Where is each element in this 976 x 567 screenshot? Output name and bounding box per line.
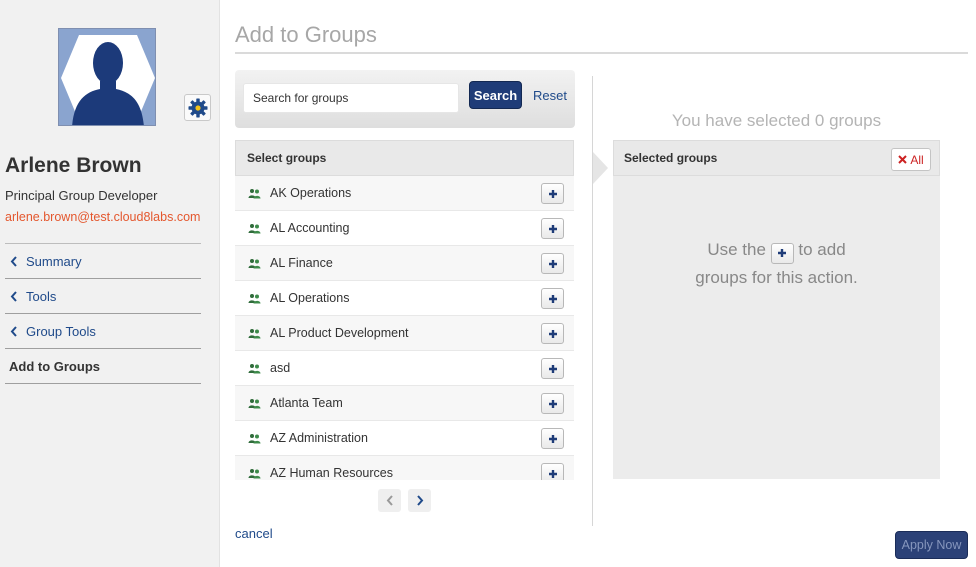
plus-icon — [770, 242, 794, 264]
avatar — [58, 28, 156, 126]
panel-divider — [592, 76, 593, 526]
search-panel: Search Reset — [235, 70, 575, 128]
profile-sidebar: Arlene Brown Principal Group Developer a… — [0, 0, 220, 567]
plus-icon — [548, 364, 557, 373]
nav-item-add-to-groups: Add to Groups — [5, 349, 201, 384]
group-row: AL Finance — [235, 246, 574, 281]
group-icon — [248, 293, 261, 304]
add-group-button[interactable] — [541, 218, 564, 239]
user-name: Arlene Brown — [5, 154, 142, 177]
group-icon — [248, 188, 261, 199]
group-name: asd — [270, 361, 291, 375]
cancel-link[interactable]: cancel — [235, 526, 273, 541]
plus-icon — [548, 399, 557, 408]
plus-icon — [548, 294, 557, 303]
person-silhouette-icon — [61, 35, 155, 125]
plus-icon — [548, 224, 557, 233]
selected-groups-title: Selected groups — [624, 151, 718, 165]
plus-icon — [548, 329, 557, 338]
empty-selection-hint: Use the to add groups for this action. — [613, 236, 940, 291]
search-button[interactable]: Search — [469, 81, 522, 109]
selected-groups-body: Use the to add groups for this action. — [613, 176, 940, 479]
hint-text-after: to add — [798, 240, 846, 259]
add-group-button[interactable] — [541, 288, 564, 309]
nav-item-label: Group Tools — [26, 323, 96, 339]
title-divider — [235, 52, 968, 54]
group-icon — [248, 258, 261, 269]
hint-text-line2: groups for this action. — [695, 267, 858, 287]
group-row: asd — [235, 351, 574, 386]
group-icon — [248, 398, 261, 409]
group-row: AL Operations — [235, 281, 574, 316]
nav-item-label: Tools — [26, 288, 57, 304]
nav-item-group-tools[interactable]: Group Tools — [5, 314, 201, 349]
group-name: AL Product Development — [270, 326, 409, 340]
group-icon — [248, 468, 261, 479]
reset-link[interactable]: Reset — [533, 88, 567, 103]
group-row: AZ Human Resources — [235, 456, 574, 480]
add-group-button[interactable] — [541, 253, 564, 274]
page-title: Add to Groups — [235, 22, 377, 47]
hint-text-before: Use the — [707, 240, 766, 259]
settings-button[interactable] — [184, 94, 211, 121]
group-icon — [248, 328, 261, 339]
group-name: AL Operations — [270, 291, 350, 305]
add-group-button[interactable] — [541, 183, 564, 204]
add-group-button[interactable] — [541, 323, 564, 344]
clear-all-button[interactable]: All — [891, 148, 931, 171]
plus-icon — [548, 434, 557, 443]
group-icon — [248, 223, 261, 234]
group-name: Atlanta Team — [270, 396, 343, 410]
add-group-button[interactable] — [541, 463, 564, 480]
group-name: AL Finance — [270, 256, 333, 270]
nav-item-summary[interactable]: Summary — [5, 244, 201, 279]
plus-icon — [548, 189, 557, 198]
group-name: AL Accounting — [270, 221, 350, 235]
group-row: AZ Administration — [235, 421, 574, 456]
group-row: Atlanta Team — [235, 386, 574, 421]
chevron-right-icon — [416, 495, 423, 506]
group-name: AK Operations — [270, 186, 352, 200]
chevron-left-icon — [386, 495, 393, 506]
chevron-left-icon — [7, 325, 21, 337]
nav-item-label: Summary — [26, 253, 82, 269]
user-email[interactable]: arlene.brown@test.cloud8labs.com — [5, 210, 200, 224]
next-page-button[interactable] — [408, 489, 431, 512]
gear-icon — [188, 98, 207, 117]
add-group-button[interactable] — [541, 393, 564, 414]
user-title: Principal Group Developer — [5, 188, 158, 203]
nav-item-label: Add to Groups — [9, 358, 100, 374]
nav-item-tools[interactable]: Tools — [5, 279, 201, 314]
clear-all-label: All — [910, 152, 924, 167]
group-row: AL Accounting — [235, 211, 574, 246]
add-group-button[interactable] — [541, 428, 564, 449]
sidebar-nav: Summary Tools Group Tools Add to Groups — [5, 243, 201, 384]
prev-page-button[interactable] — [378, 489, 401, 512]
group-row: AK Operations — [235, 176, 574, 211]
chevron-left-icon — [7, 290, 21, 302]
chevron-left-icon — [7, 255, 21, 267]
apply-now-button[interactable]: Apply Now — [895, 531, 968, 559]
search-input[interactable] — [243, 83, 459, 113]
selected-count-text: You have selected 0 groups — [671, 111, 882, 130]
select-groups-header: Select groups — [235, 140, 574, 176]
group-row: AL Product Development — [235, 316, 574, 351]
panel-pointer-arrow — [593, 152, 608, 184]
groups-list: AK Operations AL Accounting AL Finance AL O… — [235, 176, 574, 480]
group-icon — [248, 433, 261, 444]
selected-groups-header: Selected groups All — [613, 140, 940, 176]
add-group-button[interactable] — [541, 358, 564, 379]
group-name: AZ Administration — [270, 431, 368, 445]
group-name: AZ Human Resources — [270, 466, 393, 480]
plus-icon — [548, 259, 557, 268]
close-icon — [898, 155, 908, 164]
plus-icon — [548, 469, 557, 478]
group-icon — [248, 363, 261, 374]
